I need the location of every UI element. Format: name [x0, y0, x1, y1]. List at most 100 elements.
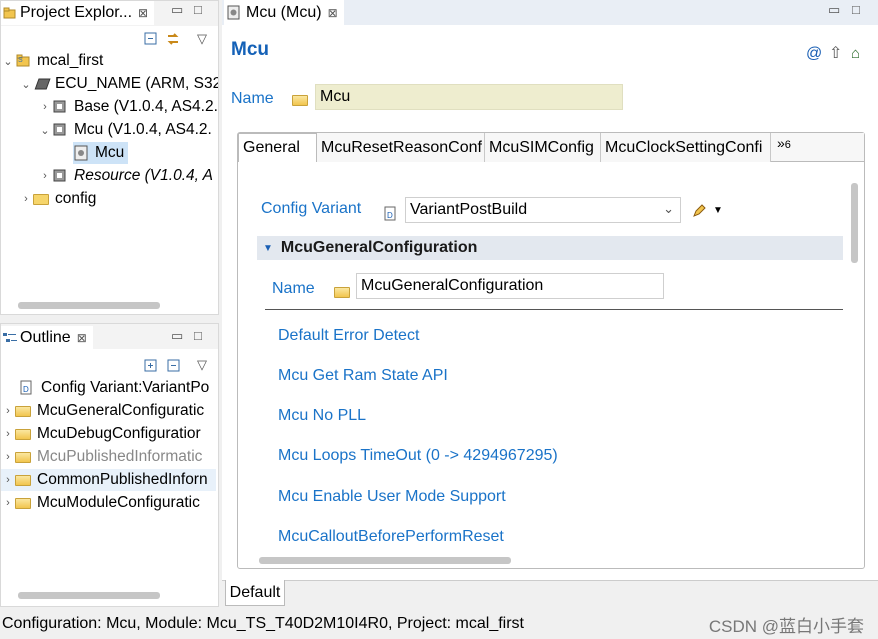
outline-item-label: McuGeneralConfiguratic — [37, 402, 205, 419]
chevron-right-icon[interactable]: › — [1, 451, 15, 463]
view-menu-icon[interactable]: ▽ — [197, 32, 207, 46]
tree-item-label: config — [55, 190, 97, 207]
folder-icon — [15, 495, 33, 511]
tree-item-mcu-module[interactable]: ⌄ Mcu (V1.0.4, AS4.2. — [38, 119, 211, 141]
maximize-icon[interactable]: □ — [194, 329, 202, 343]
maximize-icon[interactable]: □ — [194, 3, 202, 17]
param-mcu-no-pll[interactable]: Mcu No PLL — [278, 407, 366, 425]
chevron-down-icon[interactable]: ⌄ — [38, 124, 52, 137]
project-icon: S — [15, 53, 33, 69]
tab-general[interactable]: General — [238, 133, 317, 162]
section-header[interactable]: ▼ McuGeneralConfiguration — [257, 236, 843, 260]
config-variant-label: Config Variant — [261, 200, 362, 217]
close-icon[interactable]: ⊠ — [138, 6, 148, 20]
minimize-icon[interactable]: ▭ — [171, 3, 183, 17]
outline-item[interactable]: D Config Variant:VariantPo — [19, 377, 209, 399]
tree-item-resource[interactable]: › Resource (V1.0.4, A — [38, 165, 213, 187]
dropdown-arrow-icon[interactable]: ▼ — [713, 205, 723, 216]
tree-item-config-folder[interactable]: › config — [19, 188, 96, 210]
tree-item-label: Base (V1.0.4, AS4.2. — [74, 98, 218, 115]
editor-area: Mcu (Mcu) ⊠ ▭ □ Mcu @ ⇧ ⌂ Name Mcu Gener… — [222, 0, 878, 607]
tab-mcu-reset-reason-conf[interactable]: McuResetReasonConf — [317, 133, 485, 162]
horizontal-scrollbar[interactable] — [18, 302, 160, 309]
divider — [265, 309, 843, 310]
chevron-right-icon[interactable]: › — [19, 193, 33, 205]
project-explorer-tab-label: Project Explor... — [20, 4, 133, 21]
status-text: Configuration: Mcu, Module: Mcu_TS_T40D2… — [2, 615, 524, 632]
chevron-right-icon[interactable]: › — [1, 405, 15, 417]
at-icon[interactable]: @ — [806, 46, 822, 62]
outline-item[interactable]: › McuGeneralConfiguratic — [1, 400, 204, 422]
home-icon[interactable]: ⌂ — [851, 46, 860, 61]
svg-text:D: D — [23, 385, 29, 394]
collapse-triangle-icon[interactable]: ▼ — [263, 243, 273, 254]
chevron-right-icon[interactable]: › — [1, 428, 15, 440]
chevron-right-icon[interactable]: › — [38, 170, 52, 182]
param-mcu-callout-before-reset[interactable]: McuCalloutBeforePerformReset — [278, 528, 504, 546]
horizontal-scrollbar[interactable] — [18, 592, 160, 599]
tree-item-label: mcal_first — [37, 52, 104, 69]
tree-item-label: ECU_NAME (ARM, S32 — [55, 75, 219, 92]
tree-item-mcal-first[interactable]: ⌄ S mcal_first — [1, 50, 103, 72]
outline-item[interactable]: › McuModuleConfiguratic — [1, 492, 200, 514]
collapse-all-icon[interactable] — [167, 359, 181, 376]
outline-item[interactable]: › McuPublishedInformatic — [1, 446, 202, 468]
module-icon — [52, 168, 70, 184]
chevron-right-icon[interactable]: › — [38, 101, 52, 113]
chevron-right-icon[interactable]: › — [1, 497, 15, 509]
close-icon[interactable]: ⊠ — [77, 331, 87, 345]
page-title: Mcu — [231, 39, 269, 60]
minimize-icon[interactable]: ▭ — [171, 329, 183, 343]
param-mcu-enable-user-mode[interactable]: Mcu Enable User Mode Support — [278, 488, 506, 506]
param-mcu-get-ram-state-api[interactable]: Mcu Get Ram State API — [278, 367, 448, 385]
tree-item-ecu-name[interactable]: ⌄ ECU_NAME (ARM, S32 — [19, 73, 219, 95]
outline-tab-label: Outline — [20, 329, 71, 346]
folder-icon — [292, 92, 308, 106]
outline-item-label: McuPublishedInformatic — [37, 448, 203, 465]
bottom-tab-bar — [222, 580, 878, 607]
param-default-error-detect[interactable]: Default Error Detect — [278, 327, 419, 345]
tree-item-base[interactable]: › Base (V1.0.4, AS4.2. — [38, 96, 218, 118]
outline-item-label: CommonPublishedInforn — [37, 471, 208, 488]
svg-text:D: D — [387, 211, 393, 220]
minimize-icon[interactable]: ▭ — [828, 3, 840, 17]
watermark: CSDN @蓝白小手套 — [708, 617, 864, 636]
link-with-editor-icon[interactable] — [165, 31, 181, 50]
chevron-down-icon[interactable]: ⌄ — [1, 55, 15, 68]
tab-mcu-clock-setting-config[interactable]: McuClockSettingConfi — [601, 133, 771, 162]
param-mcu-loops-timeout[interactable]: Mcu Loops TimeOut (0 -> 4294967295) — [278, 447, 558, 465]
chevron-down-icon[interactable]: ⌄ — [19, 78, 33, 91]
config-icon — [226, 5, 242, 21]
folder-icon — [15, 403, 33, 419]
ecu-chip-icon — [33, 76, 51, 92]
edit-pencil-icon[interactable] — [691, 203, 707, 223]
maximize-icon[interactable]: □ — [852, 3, 860, 17]
view-menu-icon[interactable]: ▽ — [197, 358, 207, 372]
close-icon[interactable]: ⊠ — [328, 6, 338, 20]
outline-item[interactable]: › CommonPublishedInforn — [1, 469, 216, 491]
tab-default-label: Default — [229, 583, 281, 601]
variant-icon: D — [19, 380, 37, 396]
section-name-field[interactable]: McuGeneralConfiguration — [356, 273, 664, 299]
more-tabs-button[interactable]: »6 — [777, 135, 791, 151]
folder-icon — [15, 472, 33, 488]
tab-mcu-sim-config[interactable]: McuSIMConfig — [485, 133, 601, 162]
section-name-label: Name — [272, 280, 315, 297]
config-variant-select[interactable]: VariantPostBuild ⌄ — [405, 197, 681, 223]
vertical-scrollbar[interactable] — [851, 183, 858, 263]
tab-default[interactable]: Default — [225, 580, 285, 606]
tree-item-label: Mcu — [95, 144, 125, 161]
chevron-right-icon[interactable]: › — [1, 474, 15, 486]
name-field[interactable]: Mcu — [315, 84, 623, 110]
tab-outline[interactable]: Outline ⊠ — [1, 326, 93, 350]
tree-item-mcu-config[interactable]: Mcu — [73, 142, 129, 164]
tree-item-label: Resource (V1.0.4, A — [74, 167, 213, 184]
tab-mcu-editor[interactable]: Mcu (Mcu) ⊠ — [224, 0, 344, 25]
outline-item[interactable]: › McuDebugConfiguratior — [1, 423, 201, 445]
horizontal-scrollbar[interactable] — [259, 557, 511, 564]
arrow-up-icon[interactable]: ⇧ — [829, 46, 842, 62]
expand-all-icon[interactable] — [144, 359, 158, 376]
tab-project-explorer[interactable]: Project Explor... ⊠ — [1, 1, 155, 25]
chevron-down-icon: ⌄ — [663, 201, 674, 216]
collapse-all-icon[interactable] — [144, 32, 158, 49]
